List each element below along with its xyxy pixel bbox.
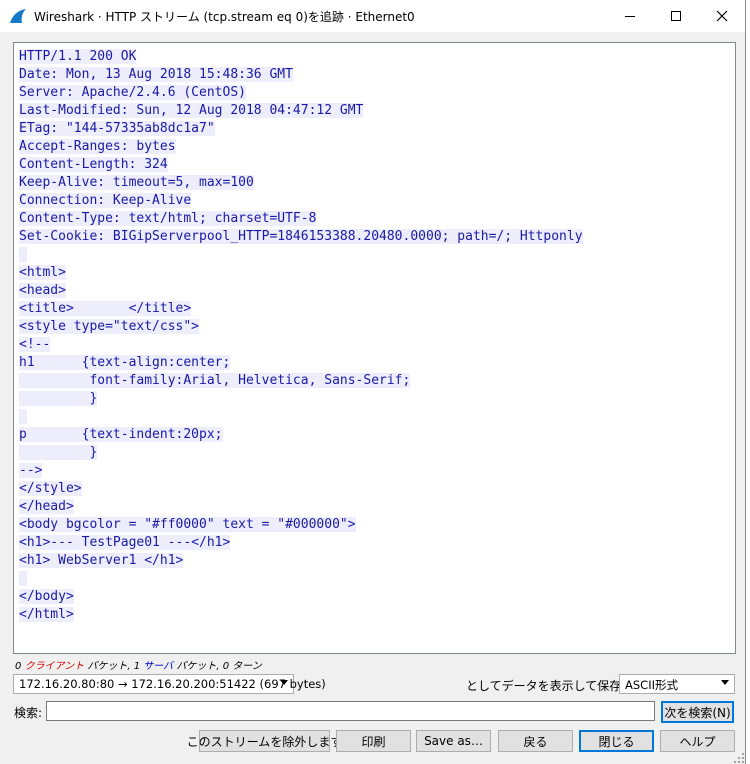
stream-line: Accept-Ranges: bytes xyxy=(19,138,583,156)
stream-line: <html> xyxy=(19,264,583,282)
find-next-button[interactable]: 次を検索(N) xyxy=(661,701,734,723)
server-suffix: パケット, 0 ターン xyxy=(176,661,262,672)
stream-stats: 0 クライアント パケット, 1 サーバ パケット, 0 ターン xyxy=(15,657,262,672)
help-button[interactable]: ヘルプ xyxy=(660,730,735,752)
maximize-icon xyxy=(671,11,681,21)
filter-out-stream-button[interactable]: このストリームを除外します xyxy=(187,730,342,752)
resize-grip-icon[interactable] xyxy=(733,752,745,764)
minimize-icon xyxy=(625,16,635,17)
format-select-value: ASCII形式 xyxy=(625,678,678,692)
stream-line-text: Connection: Keep-Alive xyxy=(19,193,192,208)
stream-line: Connection: Keep-Alive xyxy=(19,192,583,210)
chevron-down-icon xyxy=(280,680,288,685)
stream-line: <body bgcolor = "#ff0000" text = "#00000… xyxy=(19,516,583,534)
stream-line-text: </head> xyxy=(19,499,74,514)
conversation-select[interactable]: 172.16.20.80:80 → 172.16.20.200:51422 (6… xyxy=(13,674,326,694)
minimize-button[interactable] xyxy=(607,0,653,32)
stream-line-text: Content-Length: 324 xyxy=(19,157,168,172)
stream-line-text: ETag: "144-57335ab8dc1a7" xyxy=(19,121,215,136)
stream-line xyxy=(19,246,583,264)
title-bar[interactable]: Wireshark · HTTP ストリーム (tcp.stream eq 0)… xyxy=(0,0,745,32)
chevron-down-icon xyxy=(721,680,729,685)
window-title: Wireshark · HTTP ストリーム (tcp.stream eq 0)… xyxy=(34,10,415,24)
server-label: サーバ xyxy=(143,661,174,672)
stream-line: h1 {text-align:center; xyxy=(19,354,583,372)
stream-line-text: h1 {text-align:center; xyxy=(19,355,231,370)
stream-line-text: Content-Type: text/html; charset=UTF-8 xyxy=(19,211,317,226)
stream-line: font-family:Arial, Helvetica, Sans-Serif… xyxy=(19,372,583,390)
stream-line-text: font-family:Arial, Helvetica, Sans-Serif… xyxy=(19,373,411,388)
stream-line: Content-Length: 324 xyxy=(19,156,583,174)
client-suffix: パケット, 1 xyxy=(87,661,141,672)
stream-content-area[interactable]: HTTP/1.1 200 OK Date: Mon, 13 Aug 2018 15… xyxy=(13,42,736,654)
find-input[interactable] xyxy=(46,701,655,721)
stream-line-text: --> xyxy=(19,463,43,478)
wireshark-fin-icon xyxy=(10,9,26,23)
client-packet-count: 0 xyxy=(15,661,22,672)
stream-line-text: p {text-indent:20px; xyxy=(19,427,223,442)
stream-line-text: <body bgcolor = "#ff0000" text = "#00000… xyxy=(19,517,356,532)
format-select[interactable]: ASCII形式 xyxy=(619,674,735,694)
stream-line-text: <style type="text/css"> xyxy=(19,319,200,334)
stream-line-text: <!-- xyxy=(19,337,51,352)
save-as-button[interactable]: Save as… xyxy=(416,730,491,752)
stream-line: ETag: "144-57335ab8dc1a7" xyxy=(19,120,583,138)
stream-line: } xyxy=(19,390,583,408)
stream-line-text: Accept-Ranges: bytes xyxy=(19,139,176,154)
stream-line-text: } xyxy=(19,391,98,406)
stream-line: </style> xyxy=(19,480,583,498)
stream-line-text xyxy=(19,247,27,262)
stream-line: <h1> WebServer1 </h1> xyxy=(19,552,583,570)
stream-line: </body> xyxy=(19,588,583,606)
stream-line-text: Server: Apache/2.4.6 (CentOS) xyxy=(19,85,246,100)
stream-line-text: Last-Modified: Sun, 12 Aug 2018 04:47:12… xyxy=(19,103,364,118)
stream-line-text: </body> xyxy=(19,589,74,604)
stream-line-text: } xyxy=(19,445,98,460)
stream-line-text: <h1>--- TestPage01 ---</h1> xyxy=(19,535,231,550)
client-label: クライアント xyxy=(24,661,85,672)
stream-line-text: Date: Mon, 13 Aug 2018 15:48:36 GMT xyxy=(19,67,293,82)
stream-line: Keep-Alive: timeout=5, max=100 xyxy=(19,174,583,192)
stream-line-text: Keep-Alive: timeout=5, max=100 xyxy=(19,175,254,190)
stream-line: Server: Apache/2.4.6 (CentOS) xyxy=(19,84,583,102)
follow-stream-dialog: Wireshark · HTTP ストリーム (tcp.stream eq 0)… xyxy=(0,0,746,764)
stream-text: HTTP/1.1 200 OK Date: Mon, 13 Aug 2018 15… xyxy=(19,48,583,624)
stream-line-text: <h1> WebServer1 </h1> xyxy=(19,553,184,568)
stream-line: Set-Cookie: BIGipServerpool_HTTP=1846153… xyxy=(19,228,583,246)
close-button[interactable]: 閉じる xyxy=(579,730,654,752)
close-icon xyxy=(716,10,728,22)
stream-line: HTTP/1.1 200 OK xyxy=(19,48,583,66)
maximize-button[interactable] xyxy=(653,0,699,32)
stream-line-text: </html> xyxy=(19,607,74,622)
stream-line-text: </style> xyxy=(19,481,82,496)
back-button[interactable]: 戻る xyxy=(498,730,573,752)
stream-line: <title> </title> xyxy=(19,300,583,318)
stream-line: </head> xyxy=(19,498,583,516)
stream-line-text: Set-Cookie: BIGipServerpool_HTTP=1846153… xyxy=(19,229,583,244)
stream-line: </html> xyxy=(19,606,583,624)
stream-line-text: <head> xyxy=(19,283,66,298)
stream-line-text: <html> xyxy=(19,265,66,280)
stream-line xyxy=(19,408,583,426)
stream-line: <!-- xyxy=(19,336,583,354)
stream-line: <head> xyxy=(19,282,583,300)
find-label: 検索: xyxy=(14,706,43,720)
stream-line xyxy=(19,570,583,588)
stream-line: } xyxy=(19,444,583,462)
stream-line: p {text-indent:20px; xyxy=(19,426,583,444)
print-button[interactable]: 印刷 xyxy=(336,730,411,752)
stream-line: --> xyxy=(19,462,583,480)
stream-line-text: <title> </title> xyxy=(19,301,192,316)
stream-line: Date: Mon, 13 Aug 2018 15:48:36 GMT xyxy=(19,66,583,84)
close-window-button[interactable] xyxy=(699,0,745,32)
stream-line: <style type="text/css"> xyxy=(19,318,583,336)
stream-line-text xyxy=(19,409,27,424)
stream-line-text: HTTP/1.1 200 OK xyxy=(19,49,137,64)
stream-line-text xyxy=(19,571,27,586)
stream-line: Content-Type: text/html; charset=UTF-8 xyxy=(19,210,583,228)
stream-line: <h1>--- TestPage01 ---</h1> xyxy=(19,534,583,552)
stream-line: Last-Modified: Sun, 12 Aug 2018 04:47:12… xyxy=(19,102,583,120)
